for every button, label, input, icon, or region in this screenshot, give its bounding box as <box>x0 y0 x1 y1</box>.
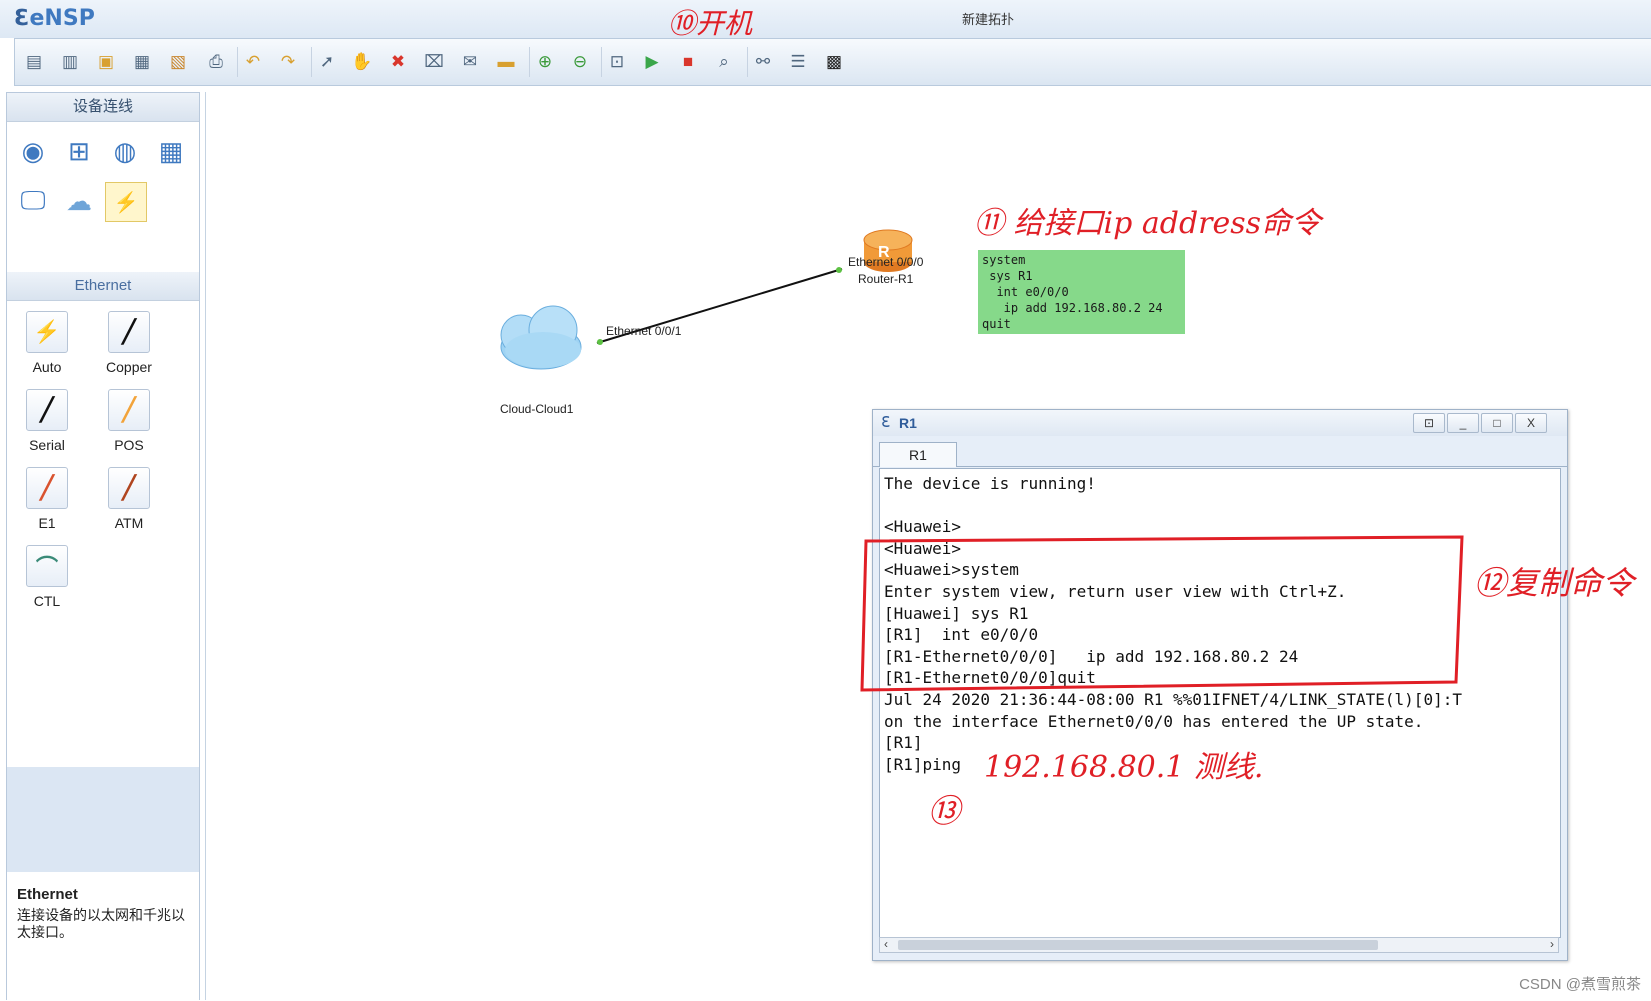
device-category-grid: ◉ ⊞ ◍ ▦ 🖵 ☁ ⚡ <box>7 122 199 272</box>
fit-view-icon[interactable]: ⊡ <box>601 47 632 77</box>
link-auto[interactable]: ⚡ Auto <box>11 311 83 375</box>
capture-icon[interactable]: ⌕ <box>709 47 739 77</box>
select-icon[interactable]: ➚ <box>311 47 342 77</box>
devices-header: 设备连线 <box>7 93 199 122</box>
stop-device-icon[interactable]: ■ <box>673 47 703 77</box>
zoom-out-icon[interactable]: ⊖ <box>565 47 595 77</box>
switch-icon[interactable]: ⊞ <box>59 132 99 170</box>
redo-icon[interactable]: ↷ <box>273 47 303 77</box>
annotation-13-text: 192.168.80.1 测线. <box>984 750 1264 785</box>
pc-icon[interactable]: 🖵 <box>13 182 53 220</box>
console-icon[interactable]: ▩ <box>819 47 849 77</box>
window-title: 新建拓扑 <box>962 12 1015 27</box>
maximize-button[interactable]: □ <box>1481 413 1513 433</box>
port-status-dot <box>836 267 842 273</box>
scroll-right-icon[interactable]: › <box>1550 937 1554 951</box>
main-toolbar: ▤ ▥ ▣ ▦ ▧ ⎙ ↶ ↷ ➚ ✋ ✖ ⌧ ✉ ▬ ⊕ ⊖ ⊡ ▶ ■ ⌕ … <box>14 38 1651 86</box>
link-label: Copper <box>106 359 152 375</box>
command-note-box[interactable]: system sys R1 int e0/0/0 ip add 192.168.… <box>978 250 1185 334</box>
minimize-button[interactable]: _ <box>1447 413 1479 433</box>
undo-icon[interactable]: ↶ <box>237 47 268 77</box>
cloud-icon[interactable]: ☁ <box>59 182 99 220</box>
router-icon[interactable]: ◉ <box>13 132 53 170</box>
shape-icon[interactable]: ▬ <box>491 47 521 77</box>
link-ctl[interactable]: ⌒ CTL <box>11 545 83 609</box>
link-e1[interactable]: ╱ E1 <box>11 467 83 531</box>
topology-view-icon[interactable]: ⚯ <box>747 47 778 77</box>
port-status-dot <box>597 339 603 345</box>
auto-link-icon: ⚡ <box>26 311 68 353</box>
link-serial[interactable]: ╱ Serial <box>11 389 83 453</box>
save-as-icon[interactable]: ▧ <box>163 47 193 77</box>
close-button[interactable]: X <box>1515 413 1547 433</box>
cloud-port-label: Ethernet 0/0/1 <box>606 324 682 338</box>
app-logo: ℇeNSP <box>14 6 95 31</box>
router-port-label: Ethernet 0/0/0 <box>848 255 924 269</box>
link-label: POS <box>114 437 144 453</box>
ensp-logo-icon: ℇ <box>881 414 891 431</box>
device-list-icon[interactable]: ☰ <box>783 47 813 77</box>
link-info-panel: Ethernet 连接设备的以太网和千兆以太接口。 <box>7 866 199 1001</box>
delete-all-links-icon[interactable]: ⌧ <box>419 47 449 77</box>
zoom-in-icon[interactable]: ⊕ <box>529 47 560 77</box>
links-header: Ethernet <box>7 272 199 301</box>
copper-link-icon: ╱ <box>108 311 150 353</box>
console-title: R1 <box>899 415 917 431</box>
print-icon[interactable]: ⎙ <box>201 47 231 77</box>
firewall-icon[interactable]: ▦ <box>151 132 191 170</box>
link-icon[interactable]: ⚡ <box>105 182 147 222</box>
watermark: CSDN @煮雪煎茶 <box>1519 976 1641 993</box>
link-label: Serial <box>29 437 65 453</box>
console-window[interactable]: ℇ R1 ⊡ _ □ X R1 The device is running! <… <box>872 409 1568 961</box>
info-title: Ethernet <box>17 886 78 903</box>
ensp-logo-icon: ℇ <box>14 6 28 31</box>
cloud-label: Cloud-Cloud1 <box>500 402 574 416</box>
device-sidebar: 设备连线 ◉ ⊞ ◍ ▦ 🖵 ☁ ⚡ Ethernet ⚡ Auto ╱ Cop… <box>6 92 200 1001</box>
annotation-13-number: ⑬ <box>928 792 961 830</box>
restore-icon[interactable]: ⊡ <box>1413 413 1445 433</box>
text-annotation-icon[interactable]: ✉ <box>455 47 485 77</box>
save-icon[interactable]: ▦ <box>127 47 157 77</box>
title-bar: ℇeNSP 新建拓扑 <box>0 0 1651 38</box>
link-copper[interactable]: ╱ Copper <box>93 311 165 375</box>
link-label: ATM <box>114 515 144 531</box>
link-label: E1 <box>38 515 56 531</box>
link-atm[interactable]: ╱ ATM <box>93 467 165 531</box>
console-titlebar[interactable]: ℇ R1 ⊡ _ □ X <box>873 410 1567 436</box>
open-icon[interactable]: ▣ <box>91 47 121 77</box>
scrollbar-thumb[interactable] <box>898 940 1378 950</box>
new-example-icon[interactable]: ▥ <box>55 47 85 77</box>
annotation-12: ⑫复制命令 <box>1474 564 1635 602</box>
pan-hand-icon[interactable]: ✋ <box>347 47 377 77</box>
console-output[interactable]: The device is running! <Huawei> <Huawei>… <box>879 468 1561 938</box>
info-description: 连接设备的以太网和千兆以太接口。 <box>17 907 185 940</box>
annotation-11: ⑪ 给接口ip address命令 <box>974 206 1322 241</box>
start-device-icon[interactable]: ▶ <box>637 47 667 77</box>
scroll-left-icon[interactable]: ‹ <box>884 937 888 951</box>
annotation-10: ⑩开机 <box>668 7 753 40</box>
pos-link-icon: ╱ <box>108 389 150 431</box>
link-type-list: ⚡ Auto ╱ Copper ╱ Serial ╱ POS ╱ E1 ╱ AT… <box>7 301 199 767</box>
wireless-icon[interactable]: ◍ <box>105 132 145 170</box>
link-label: Auto <box>32 359 62 375</box>
ctl-link-icon: ⌒ <box>26 545 68 587</box>
atm-link-icon: ╱ <box>108 467 150 509</box>
app-name: eNSP <box>29 6 95 31</box>
cloud-icon[interactable] <box>500 305 582 370</box>
horizontal-scrollbar[interactable]: ‹ › <box>879 937 1559 953</box>
new-topology-icon[interactable]: ▤ <box>19 47 49 77</box>
router-label: Router-R1 <box>858 272 914 286</box>
e1-link-icon: ╱ <box>26 467 68 509</box>
console-tabs: R1 <box>873 436 1567 467</box>
serial-link-icon: ╱ <box>26 389 68 431</box>
console-text: The device is running! <Huawei> <Huawei>… <box>884 474 1462 774</box>
delete-icon[interactable]: ✖ <box>383 47 413 77</box>
link-label: CTL <box>33 593 61 609</box>
tab-r1[interactable]: R1 <box>879 442 957 467</box>
link-pos[interactable]: ╱ POS <box>93 389 165 453</box>
